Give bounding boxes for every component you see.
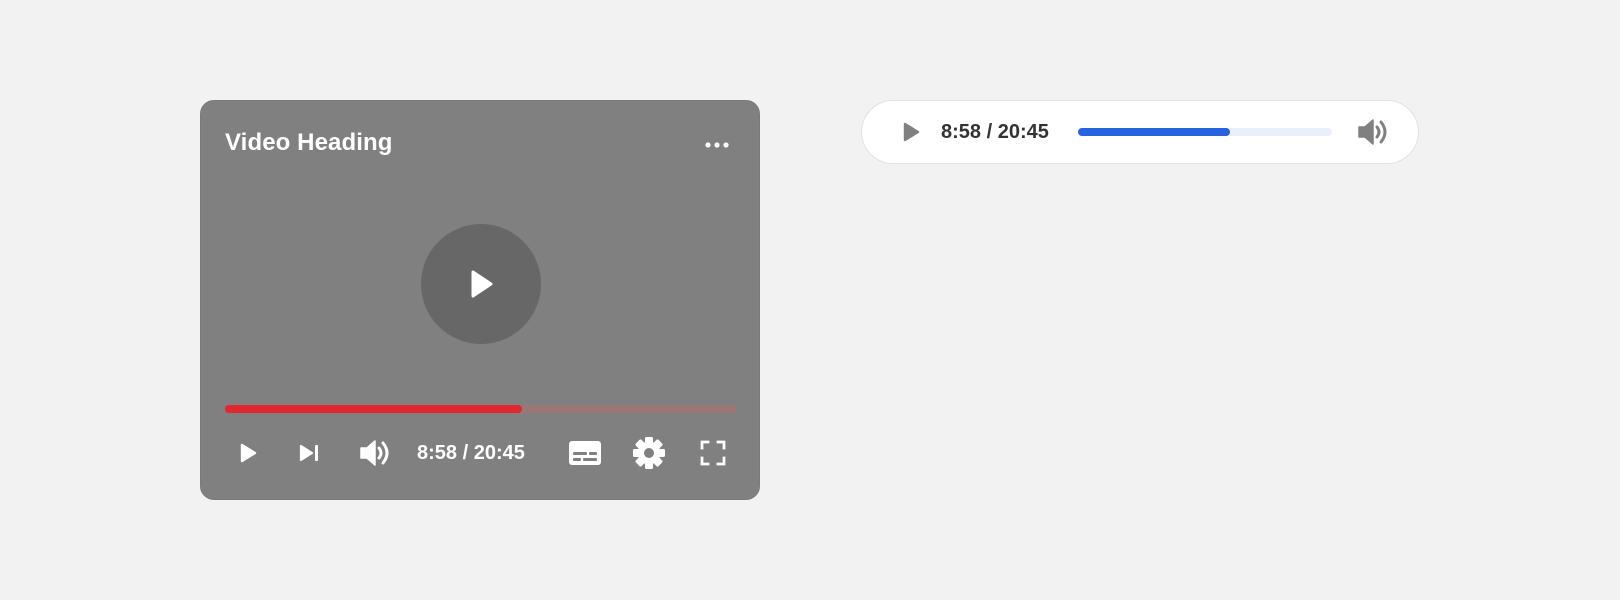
video-progress-bar[interactable] xyxy=(225,405,737,413)
audio-progress-bar[interactable] xyxy=(1078,128,1332,136)
more-options-button[interactable] xyxy=(705,135,729,155)
play-button[interactable] xyxy=(233,433,263,473)
play-icon xyxy=(903,122,920,142)
fullscreen-icon xyxy=(700,440,726,466)
play-icon xyxy=(471,270,493,298)
video-time-display: 8:58 / 20:45 xyxy=(417,442,525,464)
video-player[interactable]: Video Heading 8:58 / 20:45 xyxy=(200,100,760,500)
audio-volume-button[interactable] xyxy=(1356,115,1390,149)
play-icon xyxy=(240,443,257,463)
video-heading: Video Heading xyxy=(225,129,393,156)
audio-play-button[interactable] xyxy=(896,117,926,147)
volume-button[interactable] xyxy=(355,433,395,473)
gear-icon xyxy=(633,437,665,469)
subtitles-icon xyxy=(569,441,601,465)
fullscreen-button[interactable] xyxy=(695,433,731,473)
audio-player[interactable]: 8:58 / 20:45 xyxy=(861,100,1419,164)
next-button[interactable] xyxy=(295,433,325,473)
volume-icon xyxy=(1358,119,1387,145)
audio-time-display: 8:58 / 20:45 xyxy=(941,121,1049,143)
subtitles-button[interactable] xyxy=(567,433,603,473)
skip-next-icon xyxy=(299,444,318,462)
center-play-button[interactable] xyxy=(421,224,541,344)
settings-button[interactable] xyxy=(629,433,669,473)
video-progress-fill xyxy=(225,405,522,413)
volume-icon xyxy=(360,440,389,466)
video-controls: 8:58 / 20:45 xyxy=(225,433,737,473)
more-horizontal-icon xyxy=(705,142,729,148)
audio-progress-fill xyxy=(1078,128,1231,136)
